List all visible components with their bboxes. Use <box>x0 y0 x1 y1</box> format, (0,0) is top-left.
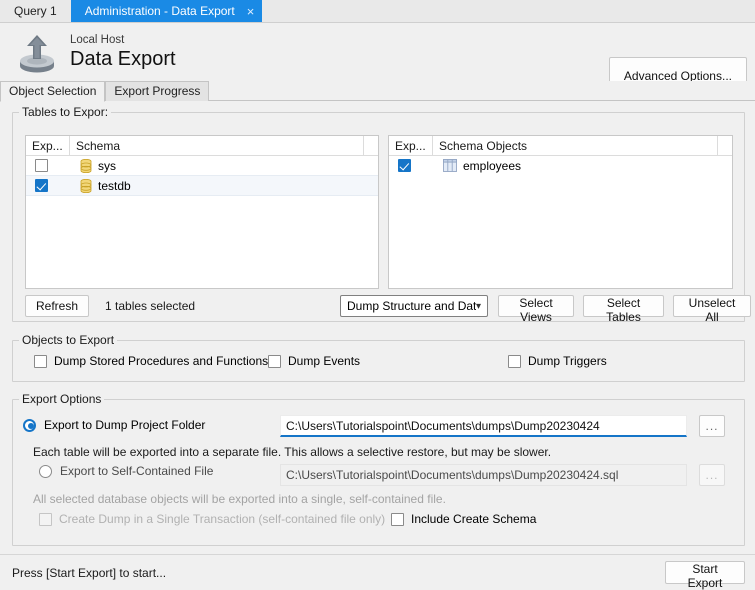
page-title: Data Export <box>70 48 176 71</box>
export-to-self-contained-file-radio[interactable] <box>39 465 52 478</box>
row-name-cell: employees <box>433 159 521 173</box>
dump-type-dropdown[interactable]: Dump Structure and Dat ▾ <box>340 295 488 317</box>
checkbox-label: Include Create Schema <box>411 512 536 526</box>
schema-objects-list-panel[interactable]: Exp... Schema Objects employees <box>388 135 733 289</box>
row-name-cell: testdb <box>70 179 131 193</box>
window-tab-label: Administration - Data Export <box>85 4 235 18</box>
status-text: Press [Start Export] to start... <box>12 566 166 580</box>
schema-list-header: Exp... Schema <box>26 136 378 156</box>
row-name-cell: sys <box>70 159 116 173</box>
radio-label: Export to Dump Project Folder <box>44 418 205 432</box>
schema-name: sys <box>98 159 116 173</box>
radio-label: Export to Self-Contained File <box>60 464 213 478</box>
column-header-schema-objects[interactable]: Schema Objects <box>433 136 718 155</box>
tab-label: Export Progress <box>114 84 200 98</box>
unselect-all-button[interactable]: Unselect All <box>673 295 751 317</box>
column-header-export[interactable]: Exp... <box>26 136 70 155</box>
export-options-group: Export Options Export to Dump Project Fo… <box>12 399 745 546</box>
single-transaction-checkbox[interactable] <box>39 513 52 526</box>
header-text-block: Local Host Data Export <box>70 34 176 71</box>
dump-folder-hint: Each table will be exported into a separ… <box>33 445 551 459</box>
footer-bar: Press [Start Export] to start... Start E… <box>0 555 755 589</box>
window-tab-administration-data-export[interactable]: Administration - Data Export × <box>71 0 263 22</box>
table-icon <box>443 159 457 172</box>
select-tables-button[interactable]: Select Tables <box>583 295 664 317</box>
checkbox-label: Dump Triggers <box>528 354 607 368</box>
schema-export-checkbox[interactable] <box>35 159 48 172</box>
dump-folder-path-input[interactable] <box>280 415 687 437</box>
row-checkbox-cell[interactable] <box>26 159 70 172</box>
export-bottom-checkbox-row: Create Dump in a Single Transaction (sel… <box>23 512 723 530</box>
self-contained-file-path-input[interactable] <box>280 464 687 486</box>
column-header-schema[interactable]: Schema <box>70 136 364 155</box>
window-tab-label: Query 1 <box>14 4 57 18</box>
schema-objects-list-header: Exp... Schema Objects <box>389 136 732 156</box>
group-title: Objects to Export <box>19 333 117 347</box>
column-header-spacer <box>364 136 378 155</box>
self-contained-path-row: ... <box>280 464 725 486</box>
column-header-export[interactable]: Exp... <box>389 136 433 155</box>
dump-stored-procedures-checkbox-item[interactable]: Dump Stored Procedures and Functions <box>34 354 268 368</box>
checkbox-label: Create Dump in a Single Transaction (sel… <box>59 512 385 526</box>
page-header: Local Host Data Export Advanced Options.… <box>0 23 755 81</box>
database-icon <box>80 179 92 193</box>
table-row[interactable]: sys <box>26 156 378 175</box>
group-title: Export Options <box>19 392 104 406</box>
dump-stored-procedures-checkbox[interactable] <box>34 355 47 368</box>
schema-name: testdb <box>98 179 131 193</box>
chevron-down-icon: ▾ <box>476 301 481 312</box>
list-actions-row: Refresh 1 tables selected Dump Structure… <box>25 295 731 317</box>
refresh-button[interactable]: Refresh <box>25 295 89 317</box>
checkbox-label: Dump Events <box>288 354 360 368</box>
dump-triggers-checkbox[interactable] <box>508 355 521 368</box>
self-contained-hint: All selected database objects will be ex… <box>33 492 446 506</box>
checkbox-label: Dump Stored Procedures and Functions <box>54 354 268 368</box>
dump-triggers-checkbox-item[interactable]: Dump Triggers <box>508 354 607 368</box>
export-to-dump-folder-radio[interactable] <box>23 419 36 432</box>
data-export-upload-icon <box>14 29 60 75</box>
single-transaction-checkbox-item[interactable]: Create Dump in a Single Transaction (sel… <box>39 512 385 526</box>
objects-to-export-group: Objects to Export Dump Stored Procedures… <box>12 340 745 382</box>
row-checkbox-cell[interactable] <box>26 179 70 192</box>
select-views-button[interactable]: Select Views <box>498 295 574 317</box>
browse-self-contained-file-button[interactable]: ... <box>699 464 725 486</box>
dump-events-checkbox[interactable] <box>268 355 281 368</box>
browse-dump-folder-button[interactable]: ... <box>699 415 725 437</box>
header-subtitle: Local Host <box>70 34 176 47</box>
dump-type-value: Dump Structure and Dat <box>347 299 476 313</box>
schema-list-panel[interactable]: Exp... Schema sys <box>25 135 379 289</box>
table-row[interactable]: testdb <box>26 175 378 196</box>
selection-status-label: 1 tables selected <box>105 299 195 313</box>
tab-export-progress[interactable]: Export Progress <box>105 81 209 101</box>
table-row[interactable]: employees <box>389 156 732 175</box>
start-export-button[interactable]: Start Export <box>665 561 745 584</box>
close-icon[interactable]: × <box>247 5 255 18</box>
inner-tab-bar: Object Selection Export Progress <box>0 81 755 101</box>
row-checkbox-cell[interactable] <box>389 159 433 172</box>
database-icon <box>80 159 92 173</box>
schema-export-checkbox[interactable] <box>35 179 48 192</box>
objects-checkbox-row: Dump Stored Procedures and Functions Dum… <box>23 354 723 372</box>
tables-to-export-group: Tables to Expor: Exp... Schema sys <box>12 112 745 322</box>
dump-folder-path-row: ... <box>280 415 725 437</box>
export-to-self-contained-file-radio-item[interactable]: Export to Self-Contained File <box>39 464 213 478</box>
window-tab-query1[interactable]: Query 1 <box>0 0 71 22</box>
tab-label: Object Selection <box>9 84 96 98</box>
object-export-checkbox[interactable] <box>398 159 411 172</box>
group-title: Tables to Expor: <box>19 105 111 119</box>
column-header-spacer <box>718 136 732 155</box>
tab-object-selection[interactable]: Object Selection <box>0 81 105 102</box>
include-create-schema-checkbox-item[interactable]: Include Create Schema <box>391 512 536 526</box>
dump-events-checkbox-item[interactable]: Dump Events <box>268 354 360 368</box>
schema-object-name: employees <box>463 159 521 173</box>
include-create-schema-checkbox[interactable] <box>391 513 404 526</box>
export-to-dump-folder-radio-item[interactable]: Export to Dump Project Folder <box>23 418 205 432</box>
window-tab-strip: Query 1 Administration - Data Export × <box>0 0 755 23</box>
